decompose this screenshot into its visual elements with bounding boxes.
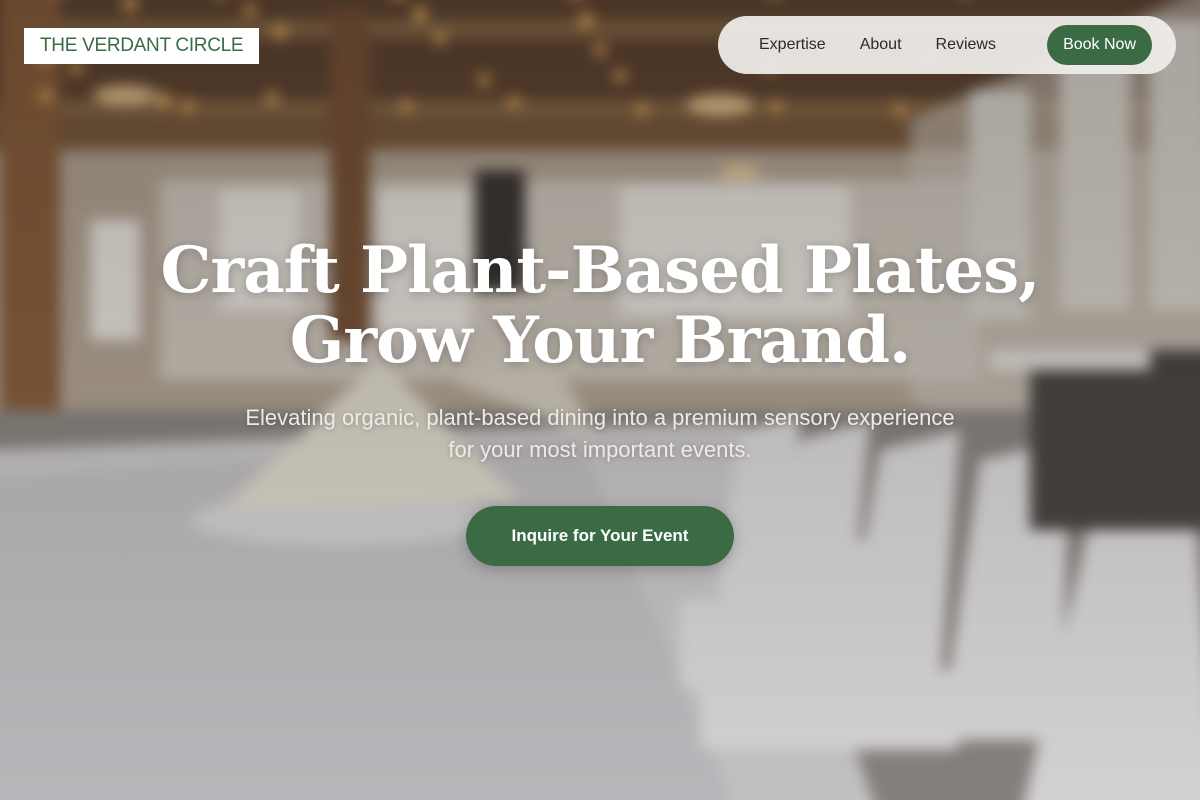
hero-title-line-1: Craft Plant-Based Plates, <box>160 233 1041 308</box>
hero-section: Craft Plant-Based Plates, Grow Your Bran… <box>100 236 1100 466</box>
main-nav: Expertise About Reviews Book Now <box>718 16 1176 74</box>
nav-link-expertise[interactable]: Expertise <box>742 26 843 64</box>
hero-subtitle-line-2: for your most important events. <box>448 437 752 462</box>
nav-link-about[interactable]: About <box>843 26 919 64</box>
hero-title: Craft Plant-Based Plates, Grow Your Bran… <box>100 236 1100 376</box>
book-now-button[interactable]: Book Now <box>1047 25 1152 65</box>
nav-link-reviews[interactable]: Reviews <box>919 26 1013 64</box>
hero-subtitle: Elevating organic, plant-based dining in… <box>170 402 1030 466</box>
hero-title-line-2: Grow Your Brand. <box>289 303 912 378</box>
inquire-event-button[interactable]: Inquire for Your Event <box>466 506 734 566</box>
brand-logo[interactable]: THE VERDANT CIRCLE <box>24 28 260 64</box>
hero-subtitle-line-1: Elevating organic, plant-based dining in… <box>245 405 955 430</box>
